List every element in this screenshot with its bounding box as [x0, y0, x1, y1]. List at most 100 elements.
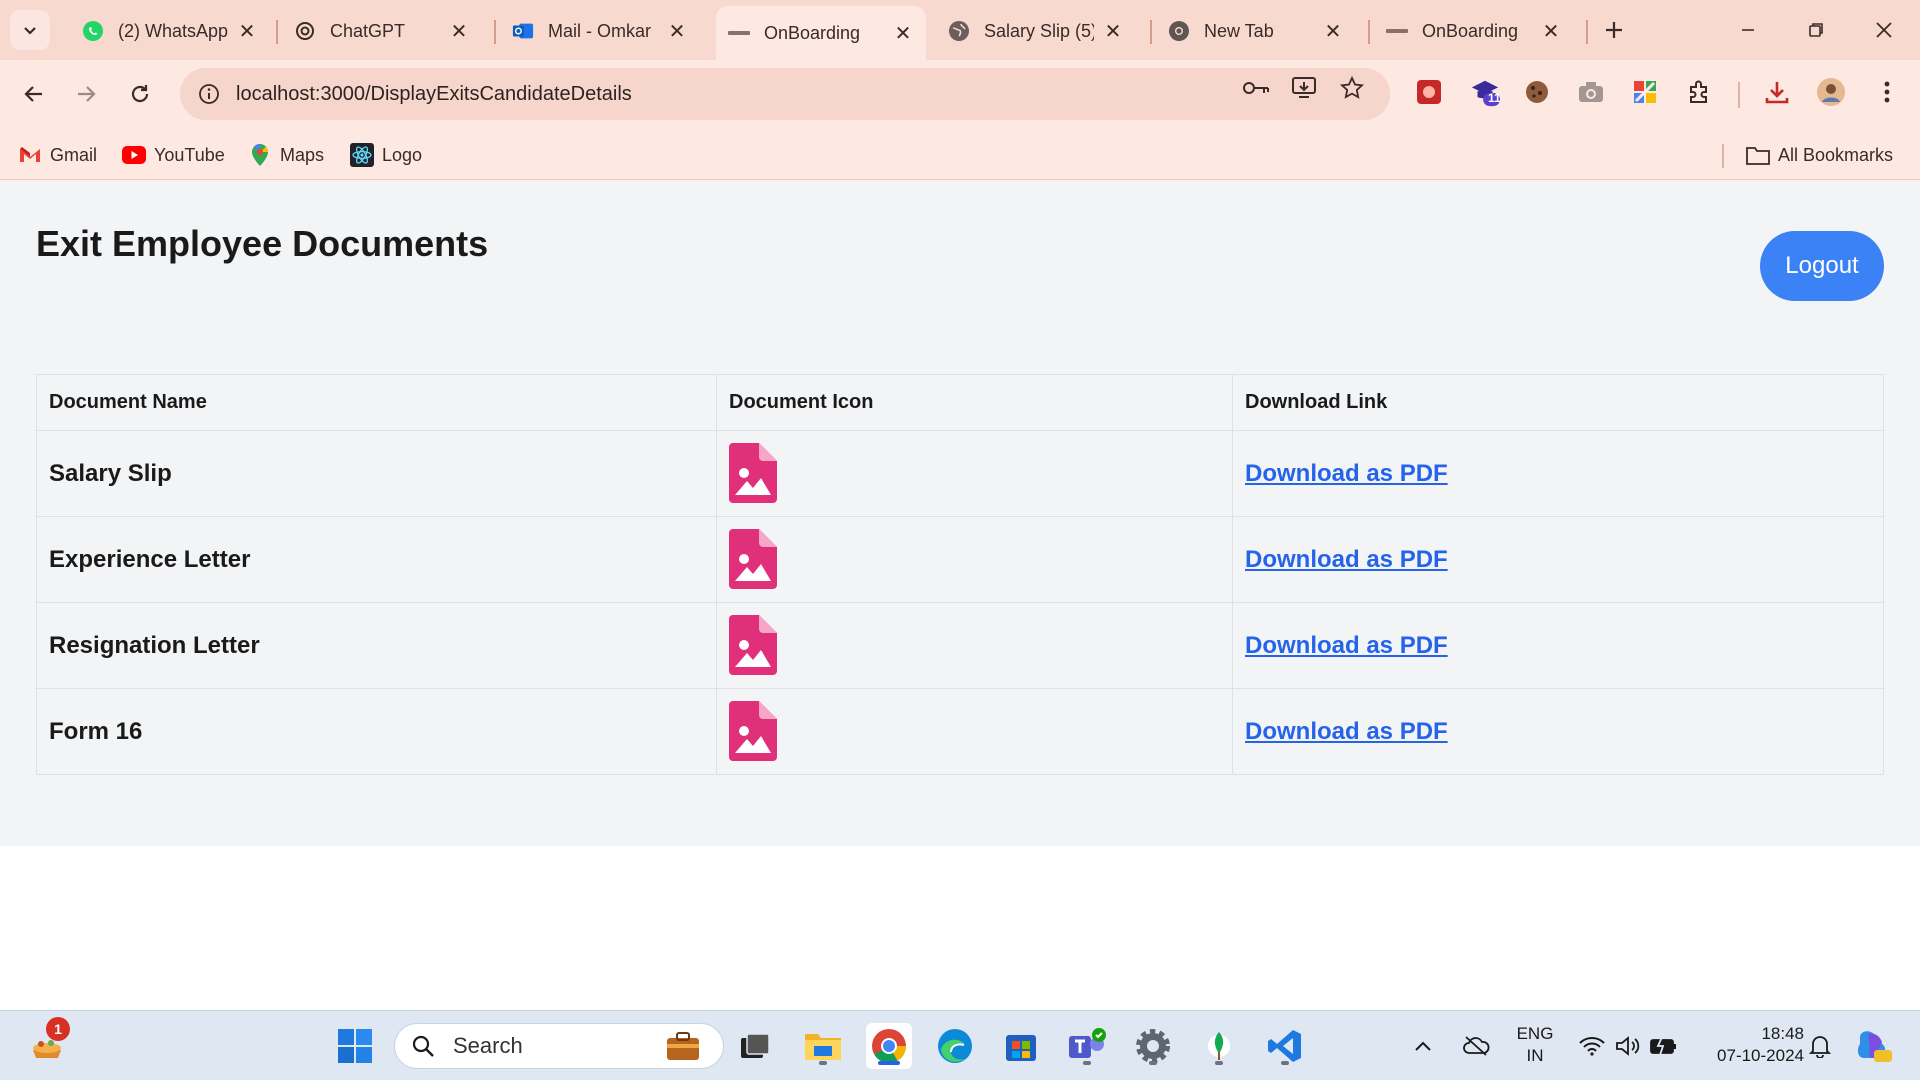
teams-icon — [1069, 1028, 1106, 1058]
tab-search-button[interactable] — [10, 10, 50, 50]
cloud-off-icon — [1463, 1036, 1490, 1056]
tab-separator — [494, 20, 496, 44]
download-cell: Download as PDF — [1232, 430, 1884, 517]
close-icon[interactable]: ✕ — [1102, 20, 1124, 43]
running-indicator — [1281, 1061, 1289, 1065]
extension-graduation-icon[interactable]: 11 — [1470, 77, 1501, 107]
document-name: Form 16 — [36, 688, 717, 775]
tab-salary-slip[interactable]: Salary Slip (5) ✕ — [936, 8, 1136, 54]
install-app-icon[interactable] — [1290, 74, 1318, 102]
tab-chatgpt[interactable]: ChatGPT ✕ — [282, 8, 482, 54]
briefcase-icon — [665, 1030, 701, 1068]
download-pdf-link[interactable]: Download as PDF — [1245, 718, 1448, 745]
vscode-button[interactable] — [1262, 1023, 1308, 1069]
star-icon[interactable] — [1338, 74, 1366, 102]
extensions-puzzle-icon[interactable] — [1684, 77, 1714, 107]
close-window-button[interactable] — [1862, 10, 1906, 50]
edge-button[interactable] — [932, 1023, 978, 1069]
bookmark-logo[interactable]: Logo — [350, 140, 422, 170]
restore-button[interactable] — [1794, 10, 1838, 50]
profile-avatar[interactable] — [1816, 77, 1846, 107]
minimize-button[interactable] — [1726, 10, 1770, 50]
running-indicator — [1215, 1061, 1223, 1065]
all-bookmarks-button[interactable]: All Bookmarks — [1746, 140, 1893, 170]
header-document-icon: Document Icon — [716, 374, 1233, 431]
bookmark-label: YouTube — [154, 144, 225, 165]
tab-mail[interactable]: Mail - Omkar ✕ — [500, 8, 700, 54]
tab-onboarding-active[interactable]: OnBoarding ✕ — [716, 6, 926, 60]
back-button[interactable] — [14, 74, 54, 114]
table-row: Resignation Letter Download as PDF — [36, 602, 1884, 689]
store-button[interactable] — [998, 1023, 1044, 1069]
chevron-down-icon — [24, 27, 36, 35]
download-pdf-link[interactable]: Download as PDF — [1245, 460, 1448, 487]
camera-icon[interactable] — [1576, 77, 1606, 107]
document-icon-cell — [716, 516, 1233, 603]
clock[interactable]: 18:48 07-10-2024 — [1694, 1023, 1804, 1067]
windows-icon — [338, 1029, 372, 1063]
search-icon — [409, 1032, 437, 1060]
start-button[interactable] — [332, 1023, 378, 1069]
chrome-taskbar-button[interactable] — [866, 1023, 912, 1069]
extension-red-icon[interactable] — [1414, 77, 1444, 107]
extension-colorful-icon[interactable] — [1630, 77, 1660, 107]
document-name: Experience Letter — [36, 516, 717, 603]
bookmark-gmail[interactable]: Gmail — [18, 140, 97, 170]
bookmark-label: Logo — [382, 144, 423, 165]
mongodb-button[interactable] — [1196, 1023, 1242, 1069]
file-explorer-button[interactable] — [800, 1023, 846, 1069]
bookmark-youtube[interactable]: YouTube — [122, 140, 225, 170]
close-icon[interactable]: ✕ — [236, 20, 258, 43]
menu-dots-icon[interactable] — [1872, 77, 1902, 107]
store-icon — [1006, 1035, 1036, 1061]
teams-button[interactable] — [1064, 1023, 1110, 1069]
download-icon[interactable] — [1762, 77, 1792, 107]
reload-icon — [131, 85, 149, 103]
reload-button[interactable] — [120, 74, 160, 114]
download-cell: Download as PDF — [1232, 688, 1884, 775]
copilot-button[interactable] — [1850, 1023, 1896, 1069]
close-icon[interactable]: ✕ — [1322, 20, 1344, 43]
speaker-icon — [1616, 1036, 1640, 1056]
tab-whatsapp[interactable]: (2) WhatsApp ✕ — [70, 8, 270, 54]
close-icon[interactable]: ✕ — [448, 20, 470, 43]
maps-icon — [248, 143, 272, 167]
taskbar-search[interactable]: Search — [394, 1023, 724, 1069]
close-icon[interactable]: ✕ — [1540, 20, 1562, 43]
tab-separator — [1368, 20, 1370, 44]
onedrive-button[interactable] — [1456, 1023, 1496, 1069]
cookie-icon[interactable] — [1522, 77, 1552, 107]
youtube-icon — [122, 143, 146, 167]
table-row: Form 16 Download as PDF — [36, 688, 1884, 775]
task-view-icon — [741, 1033, 770, 1058]
password-key-icon[interactable] — [1242, 74, 1270, 102]
volume-button[interactable] — [1610, 1023, 1646, 1069]
bookmark-maps[interactable]: Maps — [248, 140, 324, 170]
address-bar[interactable]: localhost:3000/DisplayExitsCandidateDeta… — [180, 68, 1390, 120]
settings-button[interactable] — [1130, 1023, 1176, 1069]
notifications-button[interactable] — [1802, 1023, 1838, 1069]
tab-new-tab[interactable]: New Tab ✕ — [1156, 8, 1356, 54]
close-icon[interactable]: ✕ — [666, 20, 688, 43]
language-indicator[interactable]: ENG IN — [1510, 1023, 1560, 1067]
bookmarks-separator — [1722, 144, 1724, 168]
download-pdf-link[interactable]: Download as PDF — [1245, 632, 1448, 659]
header-download-link: Download Link — [1232, 374, 1884, 431]
forward-button[interactable] — [66, 74, 106, 114]
new-tab-button[interactable] — [1598, 14, 1630, 46]
wifi-icon — [1579, 1037, 1605, 1056]
tab-separator — [1586, 20, 1588, 44]
browser-toolbar: localhost:3000/DisplayExitsCandidateDeta… — [0, 60, 1920, 130]
show-hidden-icons-button[interactable] — [1406, 1023, 1440, 1069]
logout-button[interactable]: Logout — [1760, 231, 1884, 301]
wifi-button[interactable] — [1574, 1023, 1610, 1069]
widgets-button[interactable]: 1 — [24, 1017, 70, 1069]
clock-date: 07-10-2024 — [1717, 1046, 1804, 1065]
tab-onboarding[interactable]: OnBoarding ✕ — [1374, 8, 1574, 54]
close-icon[interactable]: ✕ — [892, 22, 914, 45]
task-view-button[interactable] — [732, 1023, 778, 1069]
region-code: IN — [1526, 1046, 1544, 1065]
info-icon[interactable] — [194, 79, 224, 109]
battery-button[interactable] — [1646, 1023, 1682, 1069]
download-pdf-link[interactable]: Download as PDF — [1245, 546, 1448, 573]
